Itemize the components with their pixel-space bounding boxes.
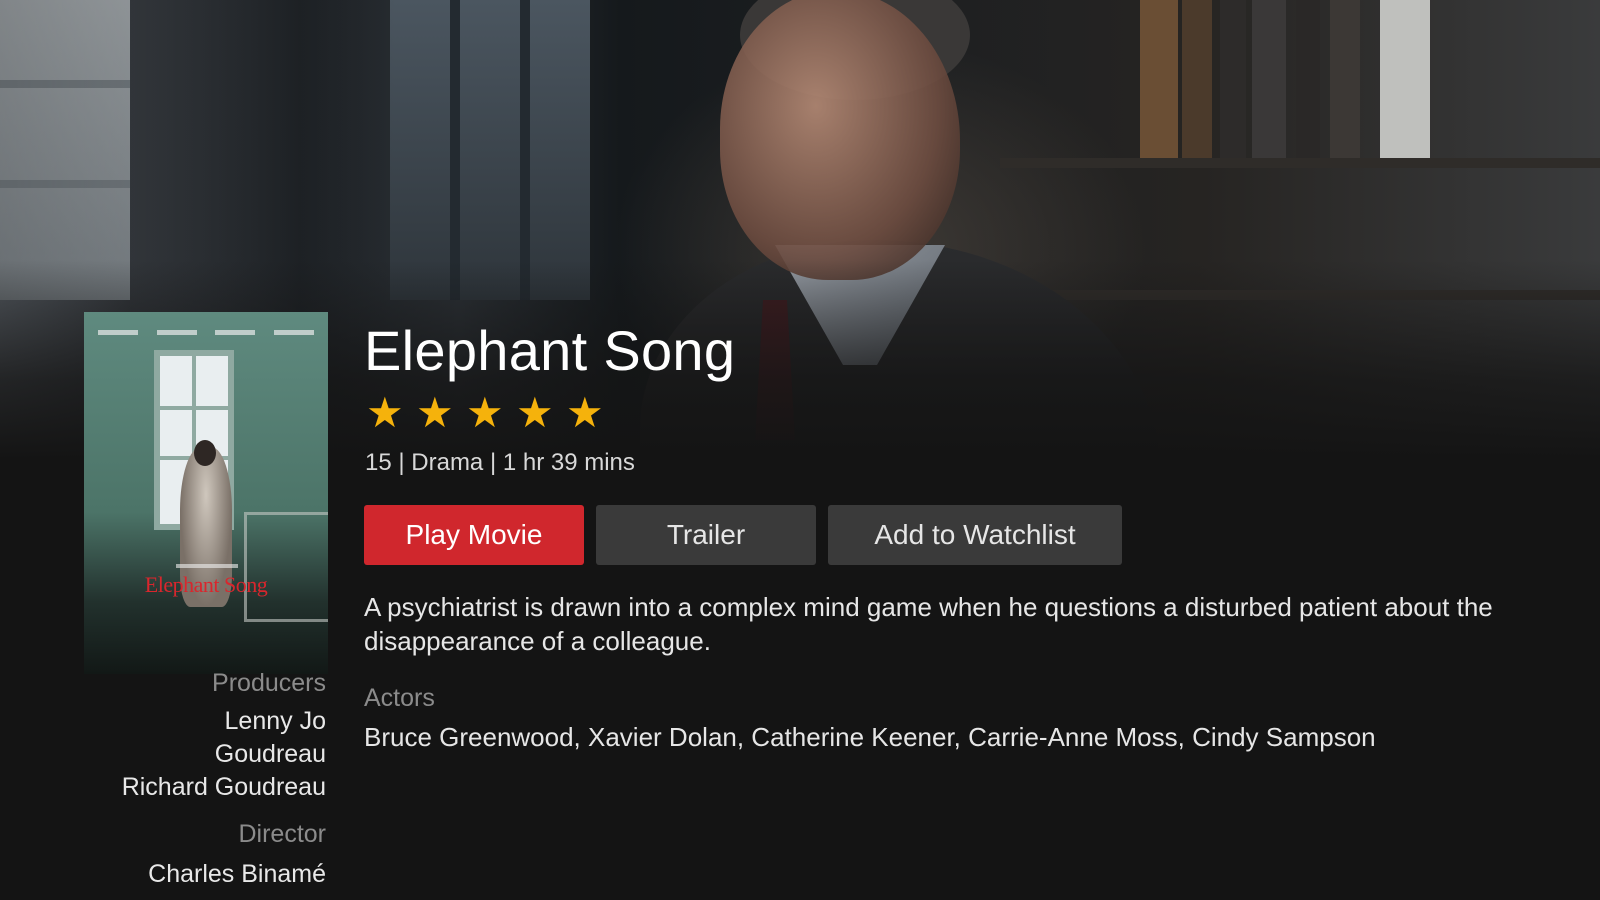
star-icon: ★ [466,389,504,436]
actors-label: Actors [364,684,435,712]
star-icon: ★ [416,389,454,436]
trailer-button[interactable]: Trailer [596,505,816,565]
star-icon: ★ [366,389,404,436]
producers-label: Producers [212,669,326,697]
producer-name: Richard Goudreau [121,773,326,801]
star-rating: ★ ★ ★ ★ ★ [366,389,606,436]
star-icon: ★ [516,389,554,436]
action-buttons: Play Movie Trailer Add to Watchlist [364,505,1122,565]
movie-title: Elephant Song [364,319,736,382]
movie-meta: 15 | Drama | 1 hr 39 mins [365,449,635,476]
movie-poster: Elephant Song [84,312,328,674]
add-to-watchlist-button[interactable]: Add to Watchlist [828,505,1122,565]
credits-panel: Producers Lenny Jo Goudreau Richard Goud… [60,667,326,891]
actors-list: Bruce Greenwood, Xavier Dolan, Catherine… [364,722,1376,752]
play-movie-button[interactable]: Play Movie [364,505,584,565]
director-name: Charles Binamé [148,860,326,888]
director-label: Director [238,820,326,848]
movie-synopsis: A psychiatrist is drawn into a complex m… [364,592,1493,656]
poster-title: Elephant Song [144,572,268,597]
producer-name: Lenny Jo [224,707,326,735]
star-icon: ★ [566,389,604,436]
producer-name: Goudreau [214,740,326,768]
